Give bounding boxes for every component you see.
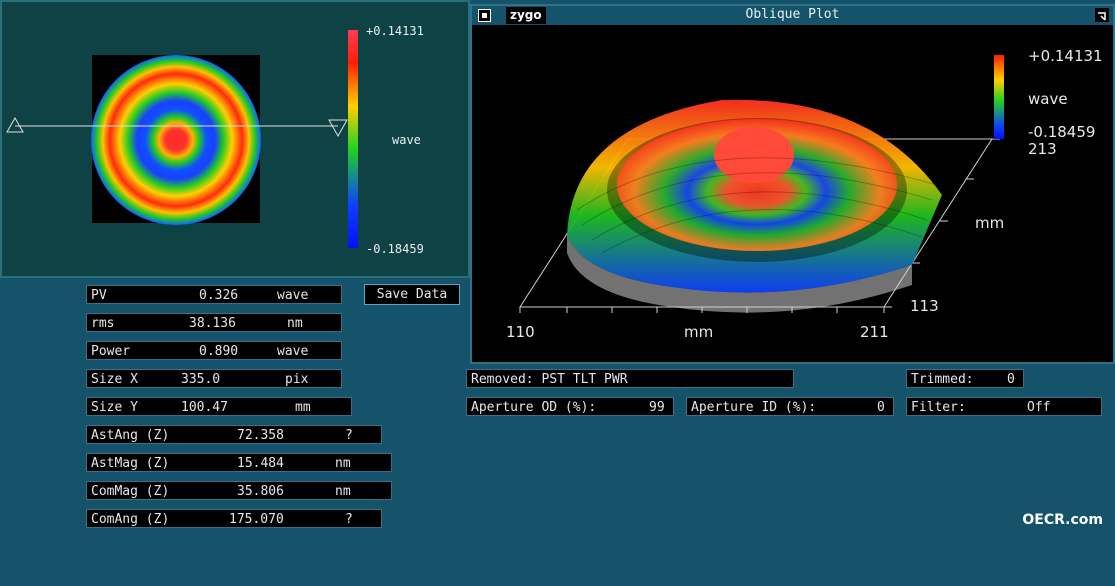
stat-unit: pix (285, 372, 309, 387)
aperture-od-field: Aperture OD (%): 99 (466, 397, 674, 416)
window-title: Oblique Plot (745, 7, 840, 22)
filter-field: Filter: Off (906, 397, 1102, 416)
plot-y-axis-label: mm (975, 214, 1005, 232)
filter-label: Filter: (911, 400, 966, 415)
watermark-logo: OECR.com (1022, 512, 1103, 528)
map-colorbar-max: +0.14131 (366, 24, 424, 38)
stat-value: 0.326 (199, 288, 239, 303)
plot-x-axis-min: 110 (506, 323, 535, 341)
stat-value: 38.136 (189, 316, 236, 331)
stat-unit: nm (287, 316, 303, 331)
removed-text: Removed: PST TLT PWR (471, 372, 628, 387)
stat-rms: rms 38.136 nm (86, 313, 342, 332)
stat-name: Size Y (91, 400, 138, 415)
stat-name: rms (91, 316, 115, 331)
profile-end-handle-icon[interactable] (328, 119, 348, 138)
stat-size-y: Size Y 100.47 mm (86, 397, 352, 416)
trimmed-value: 0 (1007, 372, 1015, 387)
plot-colorbar-max: +0.14131 (1028, 47, 1103, 65)
stat-name: ComMag (Z) (91, 484, 170, 499)
stat-name: AstMag (Z) (91, 456, 170, 471)
stat-name: Size X (91, 372, 138, 387)
map-colorbar-unit: wave (392, 133, 421, 147)
stat-unit: mm (295, 400, 311, 415)
profile-start-handle-icon[interactable] (6, 116, 24, 133)
surface-map-panel: +0.14131 wave -0.18459 (0, 0, 470, 278)
filter-value: Off (1027, 400, 1051, 415)
map-colorbar (348, 30, 358, 248)
plot-y-axis-min: 113 (910, 297, 939, 315)
plot-x-axis-label: mm (684, 323, 714, 341)
stat-power: Power 0.890 wave (86, 341, 342, 360)
stat-astang: AstAng (Z) 72.358 ? (86, 425, 382, 444)
aperture-id-label: Aperture ID (%): (691, 400, 817, 415)
map-colorbar-min: -0.18459 (366, 242, 424, 256)
stat-astmag: AstMag (Z) 15.484 nm (86, 453, 392, 472)
stat-unit: wave (277, 288, 309, 303)
stat-name: AstAng (Z) (91, 428, 170, 443)
plot-colorbar (994, 55, 1004, 139)
aperture-od-value: 99 (649, 400, 665, 415)
plot-colorbar-min: -0.18459 (1028, 123, 1096, 141)
stat-name: Power (91, 344, 131, 359)
stat-value: 35.806 (237, 484, 284, 499)
removed-field: Removed: PST TLT PWR (466, 369, 794, 388)
aperture-od-label: Aperture OD (%): (471, 400, 597, 415)
oblique-plot-window: zygo Oblique Plot +0.14131 wave -0.18459… (470, 4, 1115, 364)
stat-value: 15.484 (237, 456, 284, 471)
plot-x-axis-max: 211 (860, 323, 889, 341)
stat-pv: PV 0.326 wave (86, 285, 342, 304)
stat-commag: ComMag (Z) 35.806 nm (86, 481, 392, 500)
oblique-surface (567, 99, 942, 313)
trimmed-label: Trimmed: (911, 372, 974, 387)
stat-name: PV (91, 288, 107, 303)
plot-y-axis-max: 213 (1028, 140, 1057, 158)
window-titlebar[interactable]: zygo Oblique Plot (472, 6, 1113, 25)
trimmed-field: Trimmed: 0 (906, 369, 1024, 388)
aperture-id-field: Aperture ID (%): 0 (686, 397, 894, 416)
save-data-button[interactable]: Save Data (364, 284, 460, 305)
stat-value: 100.47 (181, 400, 228, 415)
stat-unit: nm (335, 484, 351, 499)
stat-unit: ? (345, 512, 353, 527)
wavefront-map (91, 55, 261, 225)
stat-unit: wave (277, 344, 309, 359)
stat-value: 72.358 (237, 428, 284, 443)
window-pin-icon[interactable] (1095, 8, 1109, 22)
stat-value: 175.070 (229, 512, 284, 527)
stat-comang: ComAng (Z) 175.070 ? (86, 509, 382, 528)
plot-colorbar-unit: wave (1028, 90, 1068, 108)
stat-unit: nm (335, 456, 351, 471)
aperture-id-value: 0 (877, 400, 885, 415)
stat-value: 335.0 (181, 372, 221, 387)
stat-value: 0.890 (199, 344, 239, 359)
oblique-plot-svg (519, 55, 1004, 313)
stat-name: ComAng (Z) (91, 512, 170, 527)
stat-unit: ? (345, 428, 353, 443)
stat-size-x: Size X 335.0 pix (86, 369, 342, 388)
